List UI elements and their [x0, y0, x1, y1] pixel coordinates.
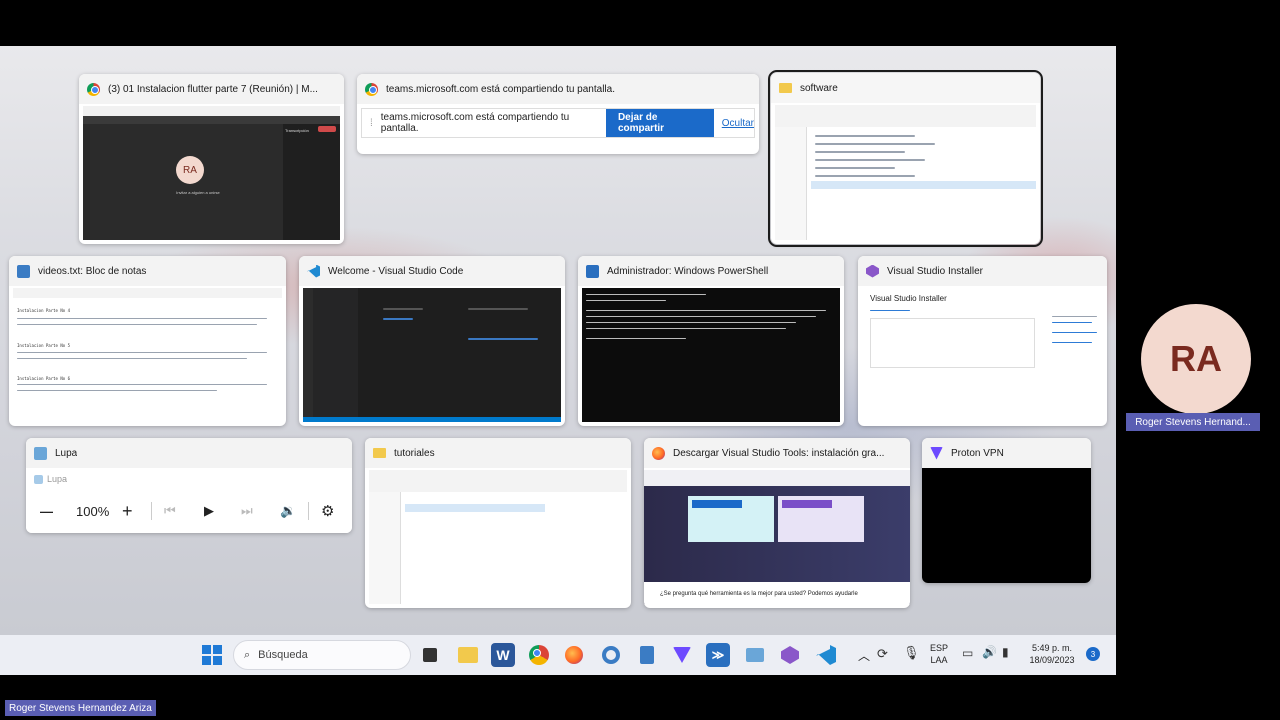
protonvpn-taskbar-icon[interactable]: [670, 643, 694, 667]
window-lupa[interactable]: Lupa Lupa — 100% + ⏮ ▶ ⏭ 🔉 ⚙: [26, 438, 352, 533]
notepad-icon: [17, 264, 30, 278]
window-notepad[interactable]: videos.txt: Bloc de notas Instalacion Pa…: [9, 256, 286, 426]
skip-forward-icon[interactable]: ⏭: [241, 503, 253, 519]
window-vs-installer[interactable]: Visual Studio Installer Visual Studio In…: [858, 256, 1107, 426]
tray-chevron-icon[interactable]: ︿: [858, 647, 870, 664]
magnifier-icon: [34, 474, 43, 484]
folder-icon: [373, 448, 386, 458]
notification-badge[interactable]: 3: [1086, 647, 1100, 661]
firefox-icon: [652, 446, 665, 460]
magnifier-taskbar-icon[interactable]: [743, 643, 767, 667]
window-firefox[interactable]: Descargar Visual Studio Tools: instalaci…: [644, 438, 910, 608]
window-chrome-teams[interactable]: (3) 01 Instalacion flutter parte 7 (Reun…: [79, 74, 344, 244]
chrome-icon: [87, 82, 100, 96]
windows-start-icon[interactable]: [200, 643, 224, 667]
vs-installer-icon: [866, 264, 879, 278]
microphone-icon[interactable]: 🎙: [903, 645, 920, 661]
folder-icon: [779, 83, 792, 93]
read-from-here-icon[interactable]: 🔉: [280, 503, 296, 519]
window-protonvpn[interactable]: Proton VPN: [922, 438, 1091, 583]
participant-name-tag: Roger Stevens Hernand...: [1126, 413, 1260, 431]
magnifier-icon: [34, 446, 47, 460]
zoom-in-button[interactable]: +: [122, 501, 133, 522]
chrome-taskbar-icon[interactable]: [527, 643, 551, 667]
notepad-taskbar-icon[interactable]: [635, 643, 659, 667]
search-icon: ⌕: [244, 648, 251, 661]
skip-back-icon[interactable]: ⏮: [164, 503, 176, 519]
vscode-taskbar-icon[interactable]: [814, 643, 838, 667]
vscode-icon: [307, 264, 320, 278]
word-icon[interactable]: W: [491, 643, 515, 667]
participant-avatar: RA: [1141, 304, 1251, 414]
clock[interactable]: 5:49 p. m. 18/09/2023: [1024, 642, 1080, 666]
battery-icon[interactable]: ▮: [1002, 645, 1009, 659]
avatar: RA: [176, 156, 204, 184]
play-icon[interactable]: ▶: [204, 503, 214, 519]
language-indicator[interactable]: ESP LAA: [930, 642, 948, 666]
screen: (3) 01 Instalacion flutter parte 7 (Reun…: [0, 0, 1280, 720]
drag-handle-icon[interactable]: ⁞: [370, 118, 373, 129]
volume-icon[interactable]: 🔊: [982, 645, 997, 659]
window-software-explorer[interactable]: software: [768, 70, 1043, 247]
file-explorer-icon[interactable]: [456, 643, 480, 667]
settings-gear-icon[interactable]: ⚙: [321, 502, 334, 520]
hide-link[interactable]: Ocultar: [722, 118, 754, 129]
protonvpn-icon: [930, 446, 943, 460]
taskbar-search[interactable]: ⌕ Búsqueda: [233, 640, 411, 670]
presenter-name-tag: Roger Stevens Hernandez Ariza: [5, 700, 156, 716]
zoom-out-button[interactable]: —: [40, 504, 53, 519]
chrome-icon: [365, 82, 378, 96]
task-view-icon[interactable]: [418, 643, 442, 667]
taskbar: ⌕ Búsqueda W ≫ ︿ ⟳ 🎙 ESP LAA ▭ 🔊 ▮ 5:49 …: [0, 635, 1116, 675]
window-tutoriales[interactable]: tutoriales: [365, 438, 631, 608]
network-icon[interactable]: ▭: [962, 646, 973, 660]
firefox-taskbar-icon[interactable]: [562, 643, 586, 667]
window-share-bar[interactable]: teams.microsoft.com está compartiendo tu…: [357, 74, 759, 154]
powershell-taskbar-icon[interactable]: ≫: [706, 643, 730, 667]
vs-installer-taskbar-icon[interactable]: [778, 643, 802, 667]
window-powershell[interactable]: Administrador: Windows PowerShell: [578, 256, 844, 426]
window-vscode[interactable]: Welcome - Visual Studio Code: [299, 256, 565, 426]
stop-sharing-button[interactable]: Dejar de compartir: [605, 109, 714, 137]
zoom-level: 100%: [76, 503, 110, 519]
powershell-icon: [586, 264, 599, 278]
sync-icon[interactable]: ⟳: [877, 646, 888, 662]
task-view: (3) 01 Instalacion flutter parte 7 (Reun…: [0, 46, 1116, 635]
chrome-alt-taskbar-icon[interactable]: [599, 643, 623, 667]
